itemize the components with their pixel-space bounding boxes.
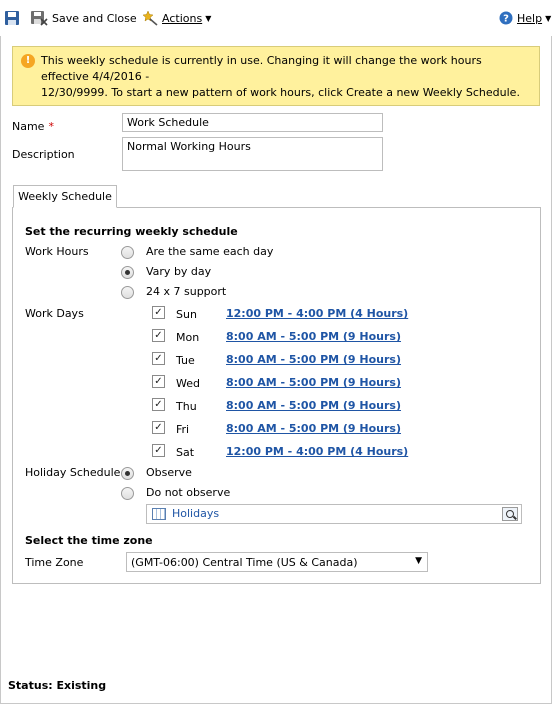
day-label-mon: Mon [176, 331, 200, 344]
radio-24x7-support[interactable] [121, 286, 134, 299]
chevron-down-icon: ▼ [415, 556, 422, 566]
checkbox-thu[interactable]: ✓ [152, 398, 165, 411]
save-and-close-button[interactable]: Save and Close [30, 8, 137, 28]
name-label-text: Name [12, 120, 45, 133]
day-label-sat: Sat [176, 446, 195, 459]
lookup-search-icon[interactable] [502, 507, 518, 521]
name-field[interactable]: Work Schedule [122, 113, 383, 132]
warning-icon: ! [21, 54, 35, 68]
required-mark: * [48, 120, 54, 133]
calendar-icon [152, 508, 166, 520]
wand-star-icon [142, 10, 158, 26]
help-menu-button[interactable]: ? Help ▼ [499, 8, 551, 28]
checkbox-tue[interactable]: ✓ [152, 352, 165, 365]
actions-menu-button[interactable]: Actions ▼ [142, 8, 211, 28]
hours-link-sun[interactable]: 12:00 PM - 4:00 PM (4 Hours) [226, 307, 408, 320]
time-zone-title: Select the time zone [25, 534, 153, 547]
radio-do-not-observe[interactable] [121, 487, 134, 500]
holiday-lookup-value[interactable]: Holidays [172, 507, 219, 520]
checkbox-sat[interactable]: ✓ [152, 444, 165, 457]
banner-text-line1: This weekly schedule is currently in use… [41, 54, 482, 83]
holiday-schedule-label: Holiday Schedule [25, 466, 121, 479]
status-text: Status: Existing [8, 679, 107, 692]
toolbar: Save and Close Actions ▼ ? Help ▼ [0, 0, 552, 36]
radio-label-observe: Observe [146, 466, 192, 479]
time-zone-label: Time Zone [25, 556, 84, 569]
day-label-fri: Fri [176, 423, 190, 436]
radio-label-do-not-observe: Do not observe [146, 486, 231, 499]
save-and-close-icon [31, 11, 48, 26]
day-label-thu: Thu [176, 400, 197, 413]
floppy-disk-icon [5, 11, 19, 25]
radio-same-each-day[interactable] [121, 246, 134, 259]
actions-label: Actions [162, 11, 203, 25]
time-zone-value: (GMT-06:00) Central Time (US & Canada) [131, 556, 358, 569]
work-days-label: Work Days [25, 307, 84, 320]
save-and-close-label: Save and Close [52, 11, 137, 25]
work-hours-label: Work Hours [25, 245, 89, 258]
tab-weekly-schedule[interactable]: Weekly Schedule [13, 185, 117, 208]
time-zone-select[interactable]: (GMT-06:00) Central Time (US & Canada) ▼ [126, 552, 428, 572]
warning-banner: ! This weekly schedule is currently in u… [12, 46, 540, 106]
description-field[interactable]: Normal Working Hours [122, 137, 383, 171]
hours-link-fri[interactable]: 8:00 AM - 5:00 PM (9 Hours) [226, 422, 401, 435]
name-label: Name * [12, 120, 54, 133]
radio-vary-by-day[interactable] [121, 266, 134, 279]
checkbox-sun[interactable]: ✓ [152, 306, 165, 319]
chevron-down-icon: ▼ [205, 13, 212, 23]
hours-link-tue[interactable]: 8:00 AM - 5:00 PM (9 Hours) [226, 353, 401, 366]
banner-text-line2: 12/30/9999. To start a new pattern of wo… [41, 86, 520, 99]
hours-link-wed[interactable]: 8:00 AM - 5:00 PM (9 Hours) [226, 376, 401, 389]
checkbox-wed[interactable]: ✓ [152, 375, 165, 388]
day-label-wed: Wed [176, 377, 200, 390]
radio-label-24x7-support: 24 x 7 support [146, 285, 227, 298]
radio-observe[interactable] [121, 467, 134, 480]
hours-link-sat[interactable]: 12:00 PM - 4:00 PM (4 Hours) [226, 445, 408, 458]
day-label-tue: Tue [176, 354, 195, 367]
chevron-down-icon: ▼ [545, 13, 552, 23]
holiday-lookup-field[interactable]: Holidays [146, 504, 522, 524]
radio-label-same-each-day: Are the same each day [146, 245, 274, 258]
help-icon: ? [499, 11, 513, 25]
save-button[interactable] [4, 8, 22, 28]
svg-text:?: ? [503, 14, 509, 25]
radio-label-vary-by-day: Vary by day [146, 265, 212, 278]
hours-link-mon[interactable]: 8:00 AM - 5:00 PM (9 Hours) [226, 330, 401, 343]
weekly-schedule-panel [12, 207, 541, 584]
description-label: Description [12, 148, 75, 161]
recurring-schedule-title: Set the recurring weekly schedule [25, 225, 238, 238]
checkbox-fri[interactable]: ✓ [152, 421, 165, 434]
day-label-sun: Sun [176, 308, 197, 321]
checkbox-mon[interactable]: ✓ [152, 329, 165, 342]
hours-link-thu[interactable]: 8:00 AM - 5:00 PM (9 Hours) [226, 399, 401, 412]
help-label: Help [517, 11, 543, 25]
